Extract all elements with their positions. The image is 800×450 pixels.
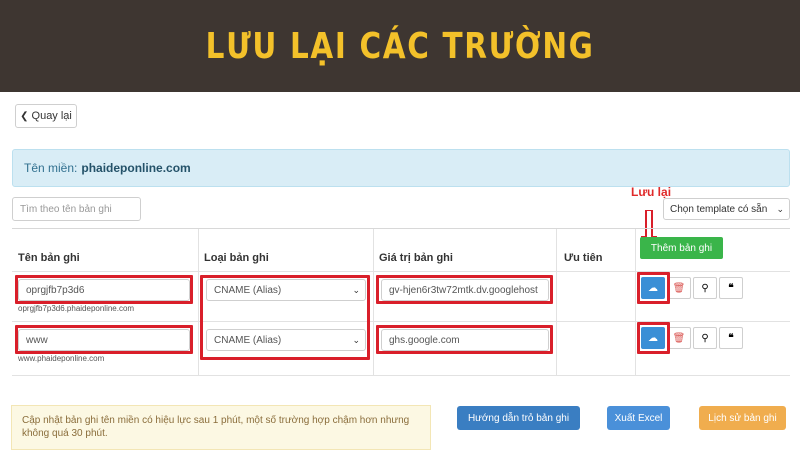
quote-record-button[interactable]: ❝ [719,327,743,349]
row-divider [12,375,790,376]
template-select-value: Chọn template có sẵn [670,203,768,215]
export-excel-button[interactable]: Xuất Excel [607,406,670,430]
add-record-button[interactable]: Thêm bản ghi [640,237,723,259]
row-divider [12,321,790,322]
domain-info-bar: Tên miền: phaideponline.com [12,149,790,187]
chevron-left-icon: ❮ [20,110,29,122]
highlight-type-column [200,275,370,360]
record-fqdn: oprgjfb7p3d6.phaideponline.com [18,304,135,313]
quote-icon: ❝ [728,332,734,344]
column-divider [198,229,199,376]
trash-icon: 🗑 [672,282,686,294]
history-button[interactable]: Lịch sử bản ghi [699,406,786,430]
search-icon: ⚲ [701,332,709,344]
search-record-button[interactable]: ⚲ [693,327,717,349]
banner-title: LƯU LẠI CÁC TRƯỜNG [205,25,595,67]
row-divider [12,271,790,272]
search-input[interactable]: Tìm theo tên bản ghi [12,197,141,221]
record-fqdn: www.phaideponline.com [18,354,105,363]
save-annotation: Lưu lại [631,185,672,199]
trash-icon: 🗑 [672,332,686,344]
domain-label: Tên miền: [24,161,78,175]
header-priority: Ưu tiên [564,252,603,264]
back-button[interactable]: ❮ Quay lại [15,104,77,128]
search-icon: ⚲ [701,282,709,294]
header-record-type: Loại bản ghi [204,252,269,264]
quote-record-button[interactable]: ❝ [719,277,743,299]
guide-button[interactable]: Hướng dẫn trỏ bản ghi [457,406,580,430]
highlight-name-row1 [15,275,193,304]
highlight-save-row1 [637,272,670,304]
search-placeholder: Tìm theo tên bản ghi [20,203,112,215]
highlight-name-row2 [15,325,193,354]
header-record-name: Tên bản ghi [18,252,80,264]
delete-record-button[interactable]: 🗑 [667,327,691,349]
highlight-value-row1 [376,275,553,304]
domain-name: phaideponline.com [81,161,191,175]
highlight-save-row2 [637,322,670,354]
column-divider [373,229,374,376]
banner: LƯU LẠI CÁC TRƯỜNG [0,0,800,92]
template-select[interactable]: Chọn template có sẵn ⌄ [663,198,790,220]
back-label: Quay lại [31,110,72,122]
header-record-value: Giá trị bản ghi [379,252,453,264]
notice-box: Cập nhật bản ghi tên miền có hiệu lực sa… [11,405,431,450]
caret-down-icon: ⌄ [776,204,784,214]
column-divider [556,229,557,376]
dns-panel: ❮ Quay lại Tên miền: phaideponline.com T… [0,92,800,450]
search-record-button[interactable]: ⚲ [693,277,717,299]
column-divider [635,229,636,376]
delete-record-button[interactable]: 🗑 [667,277,691,299]
quote-icon: ❝ [728,282,734,294]
highlight-value-row2 [376,325,553,354]
